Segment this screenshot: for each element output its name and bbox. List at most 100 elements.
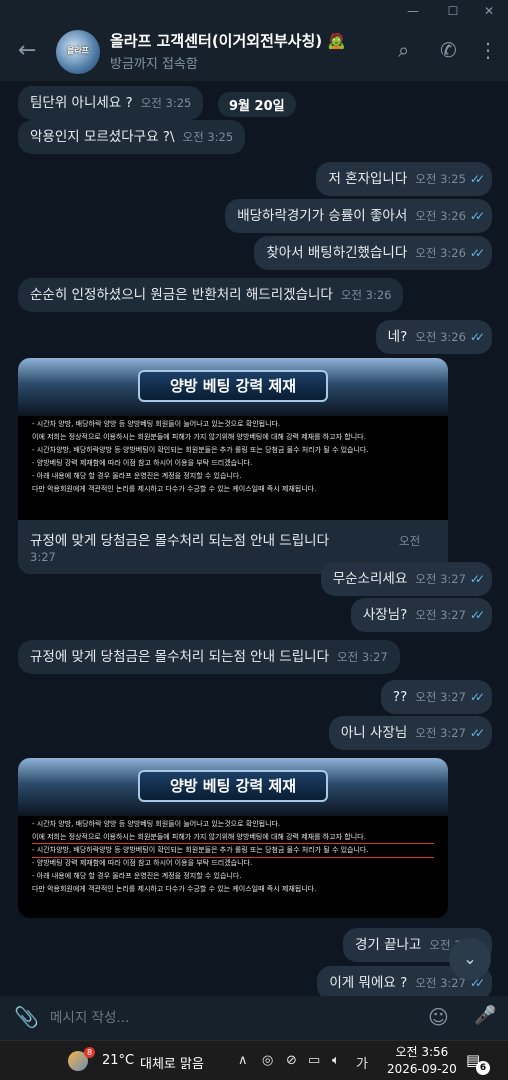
read-check-icon: ✓✓ [469,572,485,586]
chat-header: ← 올라프 올라프 고객센터(이거외전부사칭) 🧟 방금까지 접속함 ⌕ ✆ ⋮ [0,22,508,82]
more-menu-icon[interactable]: ⋮ [478,38,498,62]
notice-line: - 시간차 양방, 배당하락 양방 등 양방베팅 회원들이 늘어나고 있는것으로… [32,420,281,428]
notice-image[interactable]: 양방 베팅 강력 제재 - 시간차 양방, 배당하락 양방 등 양방베팅 회원들… [18,358,448,520]
message-text: 순순히 인정하셨으니 원금은 반환처리 해드리겠습니다 [30,287,333,303]
message-time: 오전 3:27 [415,726,466,740]
message-time: 오전 3:26 [415,330,466,344]
message-text: 규정에 맞게 당첨금은 몰수처리 되는점 안내 드립니다 [30,649,329,665]
message-time: 오전 3:27 [337,650,388,664]
muted-bell-icon[interactable]: ⊘ [286,1053,297,1068]
message-text: 이게 뭐에요 ? [329,975,408,991]
chat-title[interactable]: 올라프 고객센터(이거외전부사칭) 🧟 [110,30,346,51]
message-incoming[interactable]: 악용인지 모르셨다구요 ?\ 오전 3:25 [18,120,246,154]
message-text: 팀단위 아니세요 ? [30,95,133,111]
message-time: 오전 3:27 [415,572,466,586]
message-time: 오전 3:27 [415,976,466,990]
weather-badge: 8 [84,1047,95,1058]
notice-body: - 시간차 양방, 배당하락 양방 등 양방베팅 회원들이 늘어나고 있는것으로… [32,418,434,496]
message-time: 오전 3:27 [415,608,466,622]
notice-line: - 시간차양방, 배당하락양방 등 양방베팅이 확인되는 회원분들은 추가 롤링… [32,446,369,454]
volume-icon[interactable]: 🔈︎ [332,1053,340,1068]
read-check-icon: ✓✓ [469,172,485,186]
avatar[interactable]: 올라프 [56,30,100,74]
message-outgoing[interactable]: ?? 오전 3:27 ✓✓ [380,680,492,714]
camera-icon[interactable]: ◎ [262,1053,273,1068]
message-text: 규정에 맞게 당첨금은 몰수처리 되는점 안내 드립니다 [30,533,329,549]
weather-condition[interactable]: 대체로 맑음 [140,1053,204,1072]
minimize-icon[interactable]: — [398,2,428,20]
message-text: 네? [387,329,408,345]
system-clock[interactable]: 오전 3:56 2026-09-20 [387,1044,457,1078]
maximize-icon[interactable]: ☐ [438,2,468,20]
read-check-icon: ✓✓ [469,726,485,740]
clock-date: 2026-09-20 [387,1062,457,1076]
notice-title: 양방 베팅 강력 제재 [138,370,328,402]
notice-image[interactable]: 양방 베팅 강력 제재 - 시간차 양방, 배당하락 양방 등 양방베팅 회원들… [18,758,448,918]
read-check-icon: ✓✓ [469,608,485,622]
message-input[interactable] [50,1006,410,1030]
message-time: 오전 3:27 [415,690,466,704]
notice-line: 다만 악용회원에게 객관적인 논리를 제시하고 다수가 수긍할 수 있는 케이스… [32,885,317,893]
message-text: 경기 끝나고 [354,937,422,953]
notice-line: - 시간차 양방, 배당하락 양방 등 양방베팅 회원들이 늘어나고 있는것으로… [32,820,281,828]
message-incoming[interactable]: 순순히 인정하셨으니 원금은 반환처리 해드리겠습니다 오전 3:26 [18,278,404,312]
notice-line: 이에 저희는 정상적으로 이용하시는 회원분들에 피해가 가지 않기위해 양방베… [32,833,366,841]
message-text: 사장님? [362,607,408,623]
read-check-icon: ✓✓ [469,246,485,260]
message-time: 오전 3:25 [415,172,466,186]
notice-line: 이에 저희는 정상적으로 이용하시는 회원분들에 피해가 가지 않기위해 양방베… [32,433,366,441]
message-text: 저 혼자입니다 [328,171,408,187]
scroll-down-button[interactable]: ⌄ [449,938,491,980]
notice-line-highlighted: - 시간차양방, 배당하락양방 등 양방베팅이 확인되는 회원분들은 추가 롤링… [32,843,434,858]
read-check-icon: ✓✓ [469,330,485,344]
notice-line: - 양방베팅 강력 제재함에 따라 이점 참고 하시어 이용을 부탁 드리겠습니… [32,859,253,867]
clock-time: 오전 3:56 [395,1045,449,1059]
message-incoming[interactable]: 팀단위 아니세요 ? 오전 3:25 [18,86,204,120]
message-text: ?? [392,689,408,705]
read-check-icon: ✓✓ [469,209,485,223]
attach-icon[interactable]: 📎 [14,1005,39,1029]
notice-line: - 아래 내용에 해당 할 경우 올라프 운영진은 계정을 정지할 수 있습니다… [32,472,242,480]
message-list[interactable]: 팀단위 아니세요 ? 오전 3:25 9월 20일 악용인지 모르셨다구요 ?\ 오… [0,82,508,996]
search-icon[interactable]: ⌕ [398,38,409,62]
call-icon[interactable]: ✆ [440,38,457,62]
window-title-bar: — ☐ ✕ [0,0,508,22]
message-outgoing[interactable]: 아니 사장님 오전 3:27 ✓✓ [328,716,492,750]
notice-line: - 아래 내용에 해당 할 경우 올라프 운영진은 계정을 정지할 수 있습니다… [32,872,242,880]
message-text: 아니 사장님 [340,725,408,741]
message-outgoing[interactable]: 사장님? 오전 3:27 ✓✓ [350,598,492,632]
network-icon[interactable]: ▭ [308,1053,320,1068]
notice-line: - 양방베팅 강력 제재함에 따라 이점 참고 하시어 이용을 부탁 드리겠습니… [32,459,253,467]
microphone-icon[interactable]: 🎤 [474,1005,496,1026]
notice-title: 양방 베팅 강력 제재 [138,770,328,802]
chevron-up-icon[interactable]: ∧ [238,1053,248,1068]
message-text: 무순소리세요 [332,571,408,587]
message-text: 찾아서 배팅하긴했습니다 [266,245,408,261]
message-time: 오전 3:26 [340,288,392,302]
chat-status: 방금까지 접속함 [110,57,198,72]
windows-taskbar: 8 21°C 대체로 맑음 ∧ ◎ ⊘ ▭ 🔈︎ 가 오전 3:56 2026-… [0,1040,508,1080]
weather-temperature[interactable]: 21°C [102,1053,134,1068]
emoji-icon[interactable]: ☺ [428,1005,449,1029]
notification-count-badge: 6 [476,1061,490,1075]
message-outgoing[interactable]: 저 혼자입니다 오전 3:25 ✓✓ [316,162,492,196]
close-icon[interactable]: ✕ [474,2,504,20]
message-outgoing[interactable]: 무순소리세요 오전 3:27 ✓✓ [320,562,492,596]
avatar-logo-text: 올라프 [66,46,90,55]
message-incoming[interactable]: 규정에 맞게 당첨금은 몰수처리 되는점 안내 드립니다 오전 3:27 [18,640,400,674]
message-text: 악용인지 모르셨다구요 ?\ [30,129,175,145]
message-outgoing[interactable]: 배당하락경기가 승률이 좋아서 오전 3:26 ✓✓ [225,199,492,233]
message-time: 오전 3:25 [140,96,192,110]
read-check-icon: ✓✓ [469,690,485,704]
message-time: 오전 3:25 [182,130,234,144]
back-arrow-icon[interactable]: ← [18,38,36,63]
chevron-down-icon: ⌄ [463,949,477,968]
message-outgoing[interactable]: 찾아서 배팅하긴했습니다 오전 3:26 ✓✓ [254,236,492,270]
date-pill: 9월 20일 [218,92,296,117]
notice-body: - 시간차 양방, 배당하락 양방 등 양방베팅 회원들이 늘어나고 있는것으로… [32,818,434,896]
message-text: 배당하락경기가 승률이 좋아서 [237,208,408,224]
message-outgoing[interactable]: 네? 오전 3:26 ✓✓ [375,320,492,354]
message-time: 오전 3:26 [415,246,466,260]
message-time: 오전 3:26 [415,209,466,223]
ime-indicator[interactable]: 가 [356,1053,368,1072]
